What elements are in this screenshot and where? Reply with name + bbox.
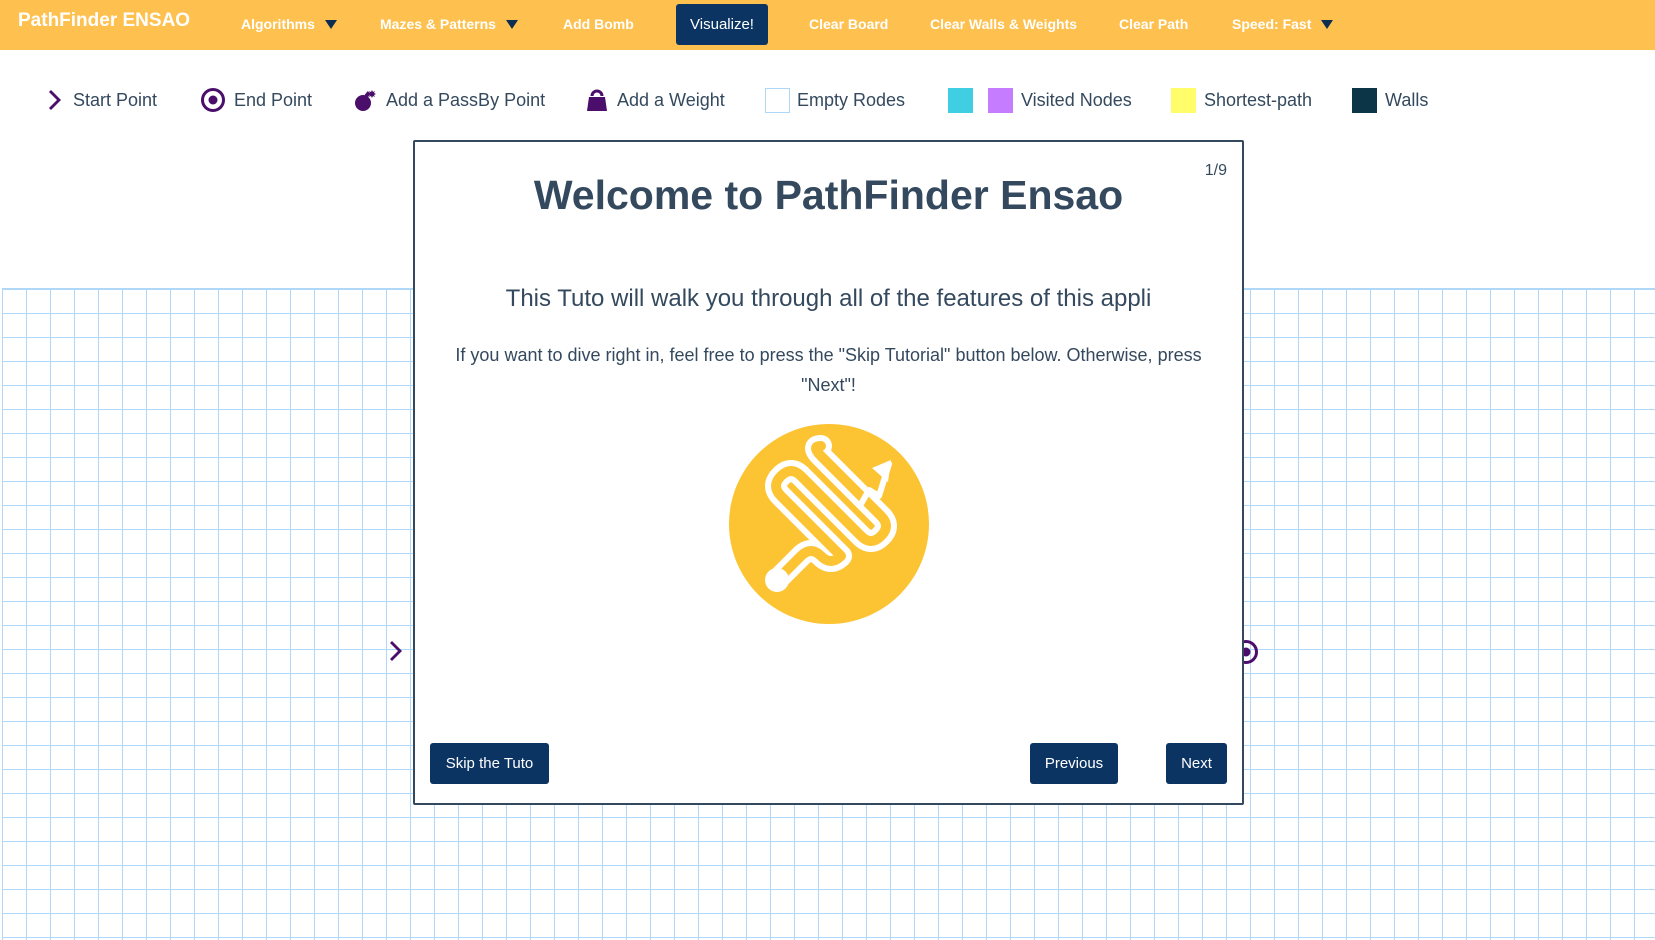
modal-subtitle: This Tuto will walk you through all of t… [505,285,1152,312]
algorithms-label: Algorithms [241,16,315,32]
previous-button[interactable]: Previous [1030,743,1118,784]
legend-visited-label: Visited Nodes [1021,89,1132,110]
tutorial-modal: 1/9 Welcome to PathFinder Ensao This Tut… [413,140,1244,805]
chevron-down-icon [505,19,518,29]
next-button[interactable]: Next [1166,743,1227,784]
legend-walls-label: Walls [1385,89,1429,110]
shortest-path-swatch [1171,87,1196,113]
skip-tutorial-button[interactable]: Skip the Tuto [430,743,549,784]
legend-empty: Empty Rodes [765,86,905,114]
legend-shortest-label: Shortest-path [1204,89,1313,110]
modal-title: Welcome to PathFinder Ensao [533,172,1124,218]
chevron-down-icon [324,19,337,29]
algorithms-dropdown[interactable]: Algorithms [241,16,337,32]
legend-passby-label: Add a PassBy Point [386,89,546,110]
target-icon [201,88,225,112]
legend-shortest: Shortest-path [1171,86,1312,114]
legend-weight: Add a Weight [585,86,725,114]
clear-path-button[interactable]: Clear Path [1119,16,1188,32]
mazes-dropdown[interactable]: Mazes & Patterns [380,16,518,32]
legend-start: Start Point [47,86,157,114]
mazes-label: Mazes & Patterns [380,16,496,32]
legend-walls: Walls [1352,86,1428,114]
legend-passby: Add a PassBy Point [352,86,545,114]
empty-node-swatch [765,87,790,113]
legend-end-label: End Point [234,89,313,110]
legend-empty-label: Empty Rodes [797,89,906,110]
legend-weight-label: Add a Weight [617,89,725,110]
legend-start-label: Start Point [73,89,158,110]
modal-description: If you want to dive right in, feel free … [455,345,1202,395]
visited-node-swatch-cyan [948,87,973,113]
speed-dropdown[interactable]: Speed: Fast [1232,16,1334,32]
clear-walls-weights-button[interactable]: Clear Walls & Weights [930,16,1077,32]
weight-icon [587,89,607,111]
chevron-down-icon [1321,19,1334,29]
brand-title[interactable]: PathFinder ENSAO [18,10,190,32]
navbar: PathFinder ENSAO Algorithms Mazes & Patt… [0,0,1655,50]
legend-visited: Visited Nodes [948,86,1132,114]
clear-board-button[interactable]: Clear Board [809,16,888,32]
wall-swatch [1352,87,1377,113]
visualize-button[interactable]: Visualize! [676,4,768,45]
legend-end: End Point [200,86,312,114]
visited-node-swatch-purple [988,87,1013,113]
path-arrow-logo [729,424,929,624]
chevron-right-icon [49,90,61,110]
bomb-icon [355,90,376,111]
add-bomb-button[interactable]: Add Bomb [563,16,634,32]
speed-label: Speed: Fast [1232,16,1312,32]
start-node-icon[interactable] [388,639,406,663]
